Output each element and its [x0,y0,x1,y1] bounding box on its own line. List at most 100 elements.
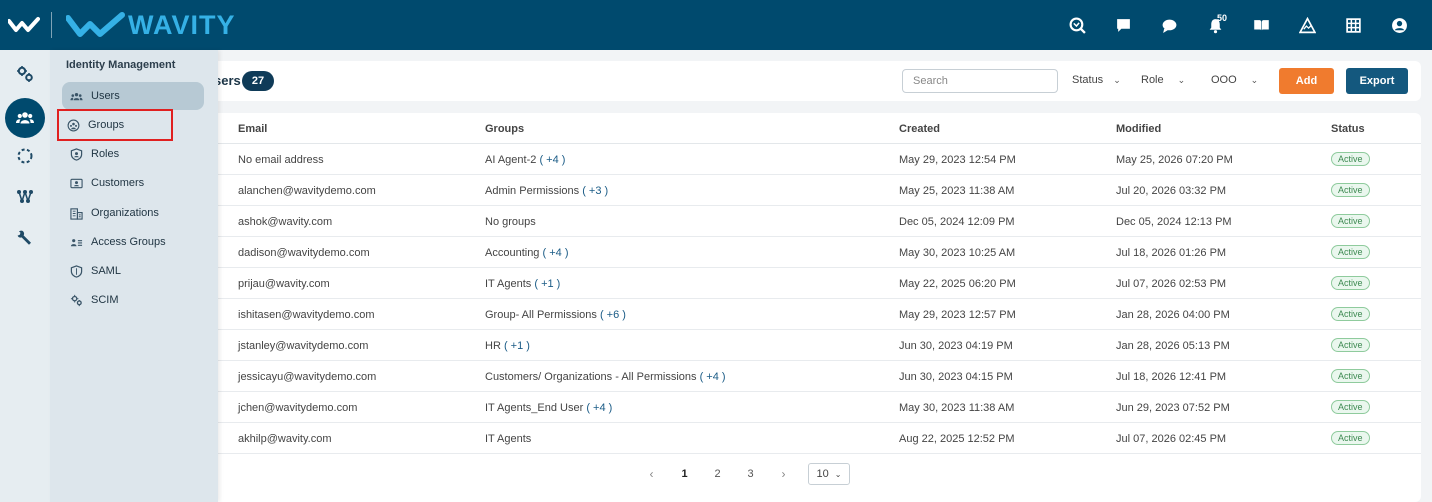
prev-page-button[interactable]: ‹ [635,467,668,481]
grid-icon[interactable] [1330,0,1376,50]
cell-created: May 29, 2023 12:57 PM [899,309,1016,321]
cell-groups: Group- All Permissions ( +6 ) [485,309,626,321]
flyout-item-label: SAML [91,265,121,277]
users-toolbar: sers 27 Status ⌄ Role ⌄ OOO ⌄ Add Export [190,61,1421,101]
app-switcher-icon[interactable] [7,15,40,35]
search-input[interactable] [902,69,1058,93]
table-row[interactable]: ishitasen@wavitydemo.com Group- All Permi… [190,299,1421,330]
more-groups-link[interactable]: ( +1 ) [534,278,560,290]
column-header-status[interactable]: Status [1331,123,1365,135]
loading-circle-icon[interactable] [5,136,45,176]
next-page-button[interactable]: › [767,467,800,481]
status-filter-label: Status [1072,74,1104,86]
status-badge: Active [1331,400,1370,414]
flyout-item-saml[interactable]: SAML [62,257,204,285]
flyout-item-label: Groups [88,119,125,131]
table-row[interactable]: jchen@wavitydemo.com IT Agents_End User (… [190,392,1421,423]
chat-square-icon[interactable] [1100,0,1146,50]
column-header-groups[interactable]: Groups [485,123,524,135]
chat-bubble-icon[interactable] [1146,0,1192,50]
flyout-item-users[interactable]: Users [62,82,204,110]
chevron-down-icon: ⌄ [834,469,842,479]
cell-groups: HR ( +1 ) [485,340,530,352]
ooo-filter-dropdown[interactable]: OOO ⌄ [1211,74,1258,86]
cell-modified: Dec 05, 2024 12:13 PM [1116,216,1232,228]
table-row[interactable]: dadison@wavitydemo.com Accounting ( +4 ) M… [190,237,1421,268]
column-header-modified[interactable]: Modified [1116,123,1161,135]
cell-created: Jun 30, 2023 04:19 PM [899,340,1013,352]
cell-groups: Customers/ Organizations - All Permissio… [485,371,726,383]
cell-email: jessicayu@wavitydemo.com [238,371,377,383]
status-badge: Active [1331,245,1370,259]
role-filter-dropdown[interactable]: Role ⌄ [1141,74,1185,86]
add-button[interactable]: Add [1279,68,1334,94]
cell-groups: Admin Permissions ( +3 ) [485,185,608,197]
flyout-item-groups[interactable]: Groups [57,109,173,141]
group-name: Group- All Permissions [485,309,597,321]
workflow-icon[interactable] [5,177,45,217]
page-3-button[interactable]: 3 [734,468,767,480]
cell-modified: May 25, 2026 07:20 PM [1116,154,1233,166]
bell-icon[interactable]: 50 [1192,0,1238,50]
cell-email: prijau@wavity.com [238,278,330,290]
flyout-item-label: Access Groups [91,236,166,248]
cell-created: May 30, 2023 10:25 AM [899,247,1016,259]
roles-icon [70,147,83,161]
table-header: Email Groups Created Modified Status [190,113,1421,144]
more-groups-link[interactable]: ( +4 ) [700,371,726,383]
group-name: Accounting [485,247,540,259]
search-globe-icon[interactable] [1054,0,1100,50]
role-filter-label: Role [1141,74,1164,86]
more-groups-link[interactable]: ( +4 ) [586,402,612,414]
group-name: IT Agents [485,433,532,445]
more-groups-link[interactable]: ( +1 ) [504,340,530,352]
groups-icon [67,119,80,131]
more-groups-link[interactable]: ( +4 ) [539,154,565,166]
flyout-item-organizations[interactable]: Organizations [62,199,204,227]
more-groups-link[interactable]: ( +4 ) [543,247,569,259]
cell-email: dadison@wavitydemo.com [238,247,370,259]
wavity-logo[interactable]: WAVITY [66,9,236,41]
flyout-item-access-groups[interactable]: Access Groups [62,228,204,256]
flyout-item-scim[interactable]: SCIM [62,286,204,314]
table-row[interactable]: ashok@wavity.com No groups Dec 05, 2024 1… [190,206,1421,237]
table-row[interactable]: jstanley@wavitydemo.com HR ( +1 ) Jun 30, … [190,330,1421,361]
cell-email: ishitasen@wavitydemo.com [238,309,375,321]
triangle-logo-icon[interactable] [1284,0,1330,50]
cell-created: Dec 05, 2024 12:09 PM [899,216,1015,228]
cell-created: May 29, 2023 12:54 PM [899,154,1016,166]
page-size-select[interactable]: 10 ⌄ [808,463,850,485]
status-badge: Active [1331,183,1370,197]
pagination: ‹ 1 2 3 › 10 ⌄ [635,463,850,485]
flyout-item-label: Users [91,90,120,102]
status-badge: Active [1331,214,1370,228]
cell-email: No email address [238,154,324,166]
user-account-icon[interactable] [1376,0,1422,50]
flyout-item-roles[interactable]: Roles [62,140,204,168]
column-header-email[interactable]: Email [238,123,267,135]
more-groups-link[interactable]: ( +6 ) [600,309,626,321]
status-filter-dropdown[interactable]: Status ⌄ [1072,74,1121,86]
table-row[interactable]: alanchen@wavitydemo.com Admin Permissions… [190,175,1421,206]
export-button[interactable]: Export [1346,68,1408,94]
column-header-created[interactable]: Created [899,123,940,135]
flyout-item-customers[interactable]: Customers [62,169,204,197]
left-nav-rail [0,50,50,502]
flyout-item-label: Organizations [91,207,159,219]
wrench-icon[interactable] [5,218,45,258]
page-2-button[interactable]: 2 [701,468,734,480]
table-row[interactable]: No email address AI Agent-2 ( +4 ) May 29,… [190,144,1421,175]
book-icon[interactable] [1238,0,1284,50]
table-row[interactable]: prijau@wavity.com IT Agents ( +1 ) May 22,… [190,268,1421,299]
notification-count: 50 [1217,13,1228,23]
table-row[interactable]: jessicayu@wavitydemo.com Customers/ Organ… [190,361,1421,392]
more-groups-link[interactable]: ( +3 ) [582,185,608,197]
page-1-button[interactable]: 1 [668,468,701,480]
users-group-icon[interactable] [5,98,45,138]
table-row[interactable]: akhilp@wavity.com IT Agents Aug 22, 2025 … [190,423,1421,454]
settings-gears-icon[interactable] [5,54,45,94]
cell-email: alanchen@wavitydemo.com [238,185,376,197]
cell-email: jstanley@wavitydemo.com [238,340,369,352]
cell-modified: Jul 07, 2026 02:45 PM [1116,433,1227,445]
cell-modified: Jul 07, 2026 02:53 PM [1116,278,1227,290]
